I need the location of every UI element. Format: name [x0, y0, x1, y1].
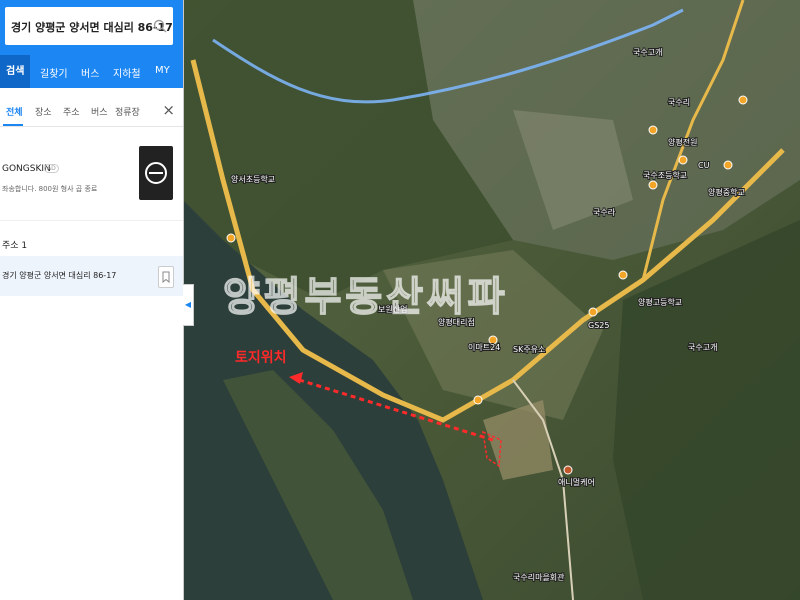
watermark: 양평부동산써파	[223, 274, 509, 320]
cat-bus[interactable]: 버스	[91, 105, 108, 118]
map-label: CU	[698, 161, 710, 170]
search-panel: 경기 양평군 양서면 대심리 86-17 검색 길찾기 버스 지하철 MY 전체…	[0, 0, 184, 600]
bookmark-button[interactable]	[158, 266, 174, 288]
map-label: 국수고개	[688, 342, 717, 352]
map-label: GS25	[588, 321, 609, 330]
map-label: 국수리마을회관	[513, 572, 565, 582]
search-icon[interactable]	[153, 19, 167, 33]
main-nav: 검색 길찾기 버스 지하철 MY	[0, 55, 183, 88]
map-label: SK주유소	[513, 345, 545, 354]
ad-logo	[139, 146, 173, 200]
active-tab-indicator	[3, 124, 23, 126]
search-bar: 경기 양평군 양서면 대심리 86-17	[0, 0, 183, 55]
satellite-map[interactable]: 양서초등학교 국수고개 국수리 양평전원 국수조등학교 이마트24 SK주유소 …	[183, 0, 800, 600]
address-result[interactable]: 경기 양평군 양서면 대심리 86-17	[0, 256, 183, 296]
tab-directions[interactable]: 길찾기	[40, 65, 68, 80]
tab-search[interactable]: 검색	[0, 55, 31, 88]
panel-collapse-button[interactable]: ◀	[183, 284, 194, 326]
bookmark-icon	[162, 271, 170, 284]
map-label: 양평전원	[668, 137, 697, 147]
close-icon[interactable]: ×	[162, 101, 175, 119]
map-label: 양평중학교	[708, 187, 745, 197]
map-label: 양서초등학교	[231, 174, 275, 184]
ad-description: 좌송합니다. 800원 형사 곱 종료	[2, 185, 98, 193]
map-label: 국수라	[593, 208, 616, 217]
map-label: 양평고등학교	[638, 297, 682, 307]
cat-address[interactable]: 주소	[63, 105, 80, 118]
cat-all[interactable]: 전체	[6, 105, 23, 118]
tab-my[interactable]: MY	[155, 65, 170, 76]
map-label: 이마트24	[468, 342, 500, 352]
tab-subway[interactable]: 지하철	[113, 65, 141, 80]
cat-stop[interactable]: 정류장	[115, 105, 140, 118]
land-location-label: 토지위치	[235, 350, 287, 366]
map-label: 국수고개	[633, 47, 662, 57]
search-query: 경기 양평군 양서면 대심리 86-17	[11, 21, 173, 34]
cat-place[interactable]: 장소	[35, 105, 52, 118]
tab-bus[interactable]: 버스	[81, 65, 99, 80]
search-input[interactable]: 경기 양평군 양서면 대심리 86-17	[5, 7, 173, 45]
map-label: 애니멀케어	[558, 477, 595, 487]
category-tabs: 전체 장소 주소 버스 정류장 ×	[0, 96, 183, 127]
map-label: 국수리	[668, 98, 690, 107]
ad-card[interactable]: GONGSKIN AD 좌송합니다. 800원 형사 곱 종료	[0, 136, 183, 221]
address-text: 경기 양평군 양서면 대심리 86-17	[2, 271, 117, 280]
address-heading: 주소 1	[2, 241, 28, 251]
ad-badge: AD	[44, 164, 59, 173]
map-label: 국수조등학교	[643, 170, 687, 180]
